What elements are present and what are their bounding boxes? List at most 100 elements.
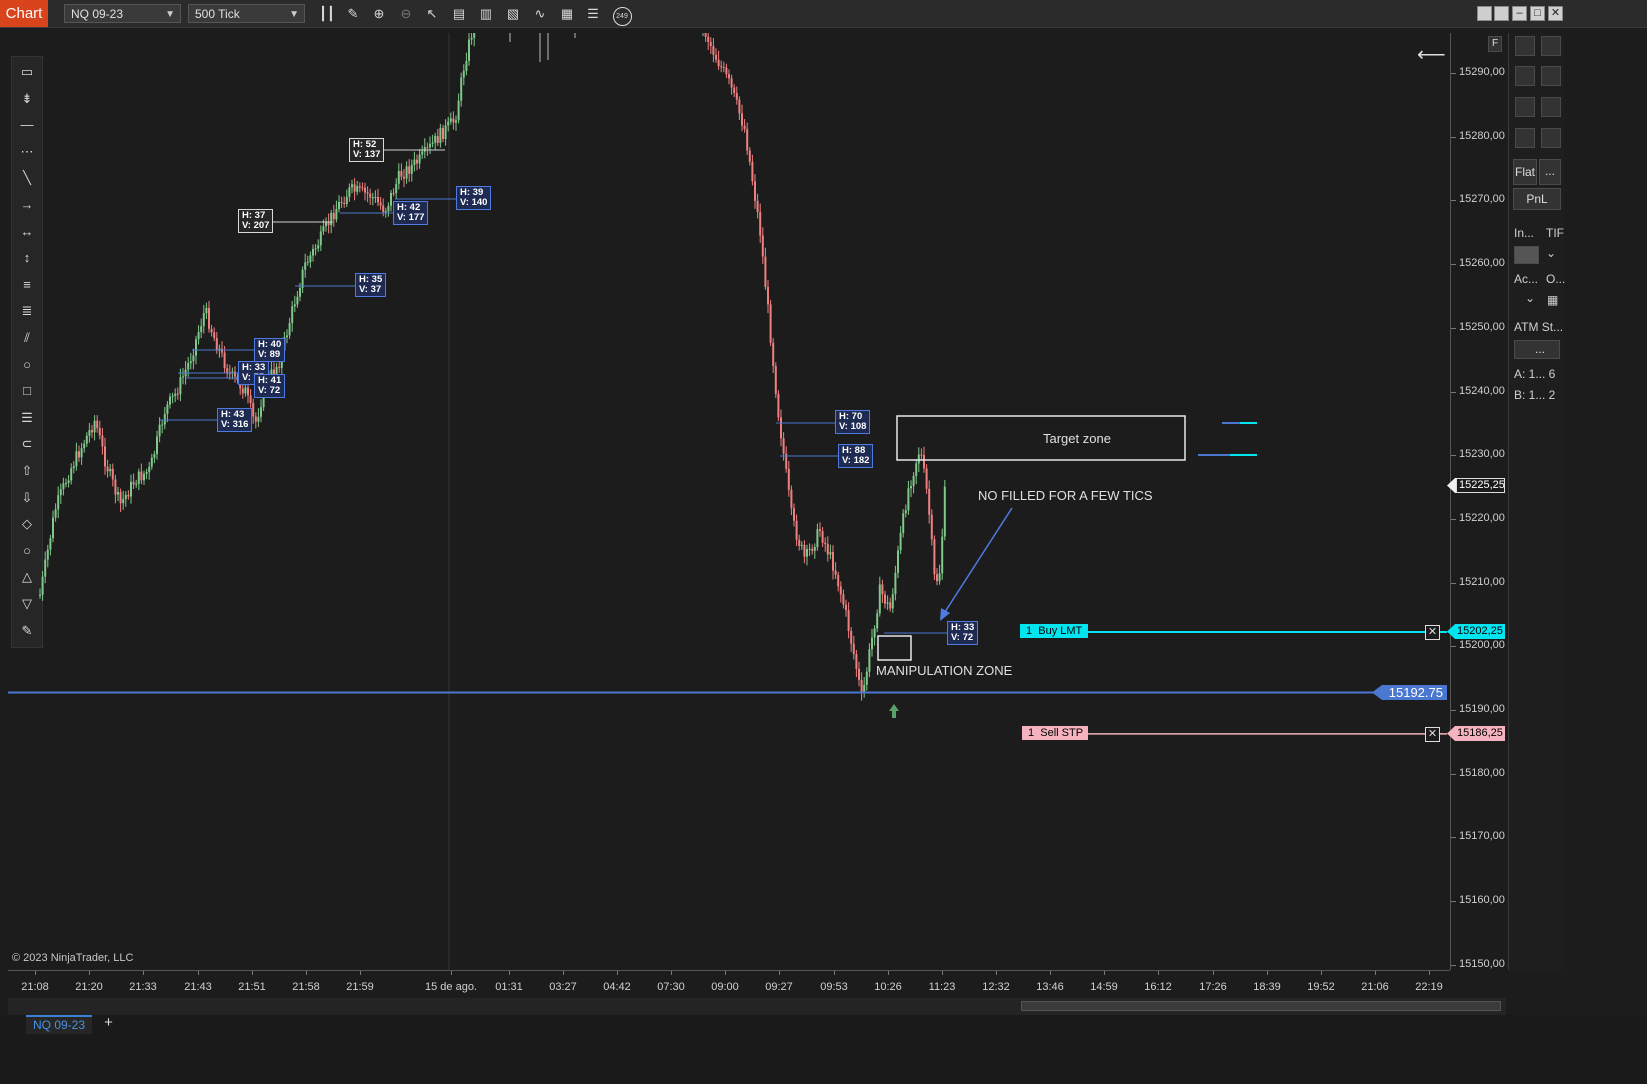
candle-body xyxy=(403,176,405,179)
candle-body xyxy=(759,212,762,236)
time-tick xyxy=(89,971,90,975)
swing-hv-label[interactable]: H: 35 V: 37 xyxy=(355,273,387,297)
swing-hv-label[interactable]: H: 88 V: 182 xyxy=(838,444,874,468)
sell-stop-order-tag[interactable]: 1 Sell STP xyxy=(1022,726,1088,740)
candle-body xyxy=(813,547,816,551)
swing-hv-label[interactable]: H: 39 V: 140 xyxy=(456,186,492,210)
horizontal-scrollbar[interactable] xyxy=(8,998,1506,1015)
swing-hv-label[interactable]: H: 70 V: 108 xyxy=(835,410,871,434)
candle-body xyxy=(426,147,429,149)
price-axis[interactable]: 15290,00 15280,00 15270,00 15260,00 15250,00… xyxy=(1450,33,1508,970)
candle-body xyxy=(109,468,112,472)
panel-button[interactable] xyxy=(1515,128,1535,148)
quantity-selector[interactable] xyxy=(1514,246,1539,264)
chevron-down-icon[interactable]: ⌄ xyxy=(1525,291,1535,305)
time-tick xyxy=(1050,971,1051,975)
candle-body xyxy=(811,548,814,551)
candle-body xyxy=(910,486,912,489)
swing-hv-label[interactable]: H: 43 V: 316 xyxy=(217,408,253,432)
flat-button[interactable]: Flat xyxy=(1513,159,1537,185)
candle-body xyxy=(824,542,827,544)
candle-body xyxy=(117,492,119,495)
target-zone-rectangle xyxy=(896,415,1186,461)
candle-body xyxy=(821,531,824,543)
candle-body xyxy=(257,416,260,422)
panel-button[interactable] xyxy=(1541,66,1561,86)
candle-body xyxy=(462,70,465,78)
add-tab-button[interactable]: + xyxy=(100,1015,117,1032)
candle-body xyxy=(863,684,866,693)
chevron-down-icon[interactable]: ⌄ xyxy=(1546,246,1556,260)
last-price-value: 15225,25 xyxy=(1456,478,1505,493)
panel-button[interactable] xyxy=(1541,128,1561,148)
price-tick xyxy=(1451,582,1456,584)
candle-body xyxy=(296,296,299,305)
swing-volume: V: 316 xyxy=(221,419,249,430)
candle-body xyxy=(735,93,738,100)
candle-body xyxy=(754,181,756,201)
panel-button[interactable] xyxy=(1541,36,1561,56)
panel-button[interactable] xyxy=(1515,66,1535,86)
time-tick xyxy=(360,971,361,975)
cancel-buy-order-icon[interactable]: ✕ xyxy=(1425,625,1440,640)
calculator-icon[interactable]: ▦ xyxy=(1547,293,1558,307)
time-tick-label: 09:53 xyxy=(820,981,848,993)
candle-body xyxy=(124,494,127,500)
price-tick-label: 15170,00 xyxy=(1459,830,1505,843)
time-axis[interactable]: 21:08 21:20 21:33 21:43 21:51 21:58 21:59 15 de… xyxy=(8,970,1450,999)
swing-hv-label[interactable]: H: 41 V: 72 xyxy=(254,374,286,398)
candle-body xyxy=(761,235,764,257)
scrollbar-thumb[interactable] xyxy=(1021,1001,1501,1011)
time-tick xyxy=(451,971,452,975)
buy-label: Buy LMT xyxy=(1038,625,1083,637)
time-tick-label: 21:06 xyxy=(1361,981,1389,993)
last-price-marker: 15225,25 xyxy=(1447,478,1505,493)
candle-body xyxy=(720,66,723,68)
time-tick xyxy=(779,971,780,975)
swing-hv-label[interactable]: H: 42 V: 177 xyxy=(393,201,429,225)
candle-body xyxy=(322,226,325,232)
candle-body xyxy=(114,479,117,495)
tab-nq-09-23[interactable]: NQ 09-23 xyxy=(26,1015,92,1034)
swing-volume: V: 207 xyxy=(242,220,270,231)
atm-strategy-selector[interactable]: ... xyxy=(1514,340,1560,359)
time-tick-label: 13:46 xyxy=(1036,981,1064,993)
candle-body xyxy=(868,649,871,672)
time-tick xyxy=(888,971,889,975)
candle-body xyxy=(834,570,837,575)
panel-button[interactable] xyxy=(1515,97,1535,117)
candle-body xyxy=(387,205,390,212)
candle-body xyxy=(377,197,379,203)
swing-hv-label[interactable]: H: 40 V: 89 xyxy=(254,338,286,362)
cancel-sell-order-icon[interactable]: ✕ xyxy=(1425,727,1440,742)
candle-body xyxy=(392,193,395,194)
candle-body xyxy=(715,54,717,60)
price-tick xyxy=(1451,773,1456,775)
panel-button[interactable] xyxy=(1515,36,1535,56)
candle-body xyxy=(884,594,886,604)
swing-hv-label[interactable]: H: 33 V: 72 xyxy=(947,621,979,645)
horizontal-line-price-label[interactable]: 15192.75 xyxy=(1372,685,1447,700)
candle-body xyxy=(88,430,91,436)
f-button[interactable]: F xyxy=(1488,36,1502,52)
candle-body xyxy=(364,187,366,193)
flatten-more-button[interactable]: ... xyxy=(1539,159,1561,185)
price-tick-label: 15250,00 xyxy=(1459,320,1505,333)
candle-body xyxy=(197,332,200,340)
arrow-left-icon[interactable]: ⟵ xyxy=(1417,42,1446,67)
price-chart[interactable] xyxy=(0,0,1647,1084)
price-tick-label: 15270,00 xyxy=(1459,193,1505,206)
swing-hv-label[interactable]: H: 52 V: 137 xyxy=(349,138,385,162)
candle-body xyxy=(49,538,52,550)
candle-body xyxy=(722,67,725,68)
swing-hv-label[interactable]: H: 37 V: 207 xyxy=(238,209,274,233)
time-tick-label: 17:26 xyxy=(1199,981,1227,993)
candle-body xyxy=(860,679,863,693)
pnl-button[interactable]: PnL xyxy=(1513,188,1561,210)
buy-qty: 1 xyxy=(1026,625,1033,637)
buy-limit-order-tag[interactable]: 1 Buy LMT xyxy=(1020,624,1088,638)
candle-body xyxy=(920,454,923,456)
candle-body xyxy=(153,454,156,458)
time-tick-label: 15 de ago. xyxy=(425,981,477,993)
panel-button[interactable] xyxy=(1541,97,1561,117)
